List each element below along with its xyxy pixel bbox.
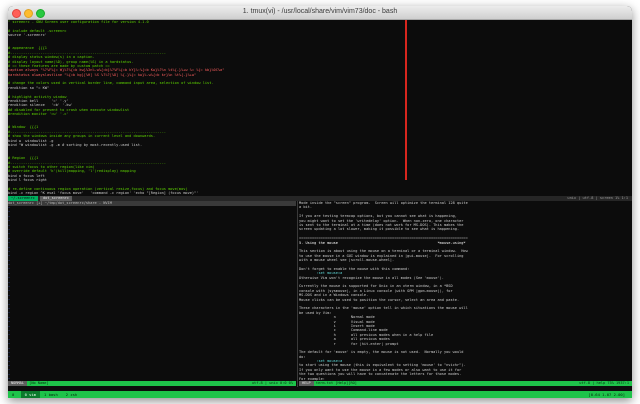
top-pane-text: " screenrc - GNU Screen user configurati…: [8, 20, 632, 196]
tmux-session: 0: [12, 392, 15, 397]
top-editor-pane[interactable]: " screenrc - GNU Screen user configurati…: [8, 20, 632, 196]
bottom-left-status-right: utf-8 | unix 0:0 0%: [251, 381, 293, 385]
help-status-file: term.txt [Help][RO]: [315, 381, 357, 385]
colorcolumn-marker: [405, 20, 407, 180]
tmux-window-tab[interactable]: 2 zsh: [62, 391, 81, 398]
help-pane-text: Mode inside the "screen" program. Screen…: [299, 201, 632, 381]
bottom-left-bufname: [No Name]: [29, 381, 49, 385]
tmux-load-average: [0.64 1.07 2.00]: [588, 392, 625, 397]
help-statusline: HELP term.txt [Help][RO] utf-8 | help 73…: [299, 381, 632, 386]
window-titlebar: 1. tmux(vi) - /usr/local/share/vim/vim73…: [8, 6, 632, 20]
tmux-status-bar: 0 0 vim 1 bash 2 zsh [0.64 1.07 2.00]: [8, 391, 632, 398]
vertical-split-divider[interactable]: [297, 201, 298, 387]
terminal-content: " screenrc - GNU Screen user configurati…: [8, 20, 632, 398]
bottom-left-title: dot_screenrc [+] ~/tmp/dot_screenrc/shar…: [8, 201, 112, 205]
tmux-window-tabs: 0 vim 1 bash 2 zsh: [20, 391, 82, 398]
tmux-window-tab[interactable]: 0 vim: [20, 391, 41, 398]
window-title: 1. tmux(vi) - /usr/local/share/vim/vim73…: [242, 8, 398, 15]
tmux-window-tab[interactable]: 1 bash: [40, 391, 62, 398]
terminal-window: 1. tmux(vi) - /usr/local/share/vim/vim73…: [8, 6, 632, 398]
bottom-left-mode: NORMAL: [8, 381, 27, 386]
bottom-left-statusline: NORMAL [No Name] utf-8 | unix 0:0 0%: [8, 381, 296, 386]
help-status-mode: HELP: [299, 381, 314, 386]
empty-buffer-pane[interactable]: ~ ~ ~ ~ ~ ~ ~ ~ ~ ~ ~ ~ ~ ~ ~ ~ ~ ~ ~ ~ ~ ~ ~ ~ ~ ~ ~ ~ ~ ~ ~ ~ ~ ~ ~ ~ ~ ~ ~ ~: [8, 206, 296, 381]
config-line: bind -c region ^K eval 'focus move' 'com…: [8, 191, 199, 196]
help-status-right: utf-8 | help 73% 1937:1: [579, 381, 629, 385]
help-pane[interactable]: Mode inside the "screen" program. Screen…: [299, 201, 632, 381]
